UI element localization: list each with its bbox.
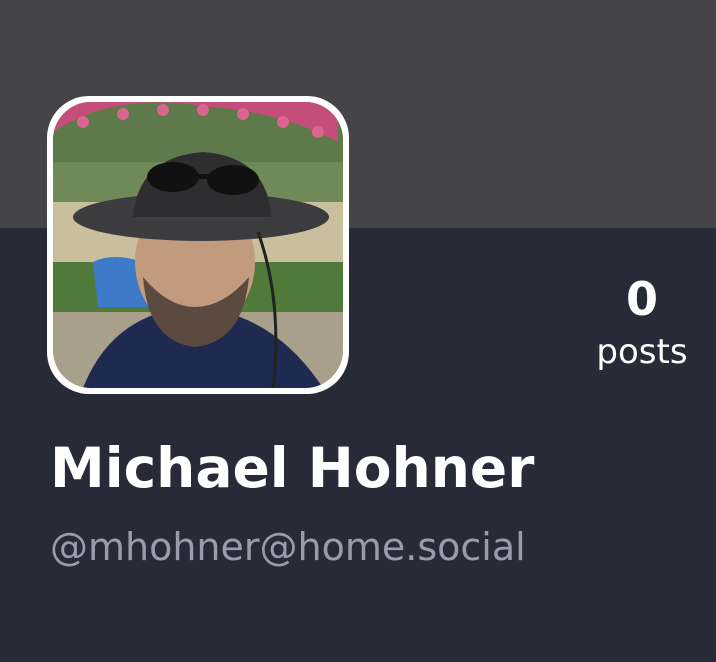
account-handle: @mhohner@home.social <box>50 525 526 569</box>
avatar-frame[interactable] <box>47 96 349 394</box>
posts-label: posts <box>596 332 688 372</box>
avatar-photo-icon <box>53 102 343 388</box>
posts-stat[interactable]: 0 posts <box>580 268 704 374</box>
posts-count: 0 <box>625 272 658 326</box>
avatar[interactable] <box>53 102 343 388</box>
profile-page: 0 posts Michael Hohner @mhohner@home.soc… <box>0 0 716 662</box>
display-name: Michael Hohner <box>50 436 535 500</box>
